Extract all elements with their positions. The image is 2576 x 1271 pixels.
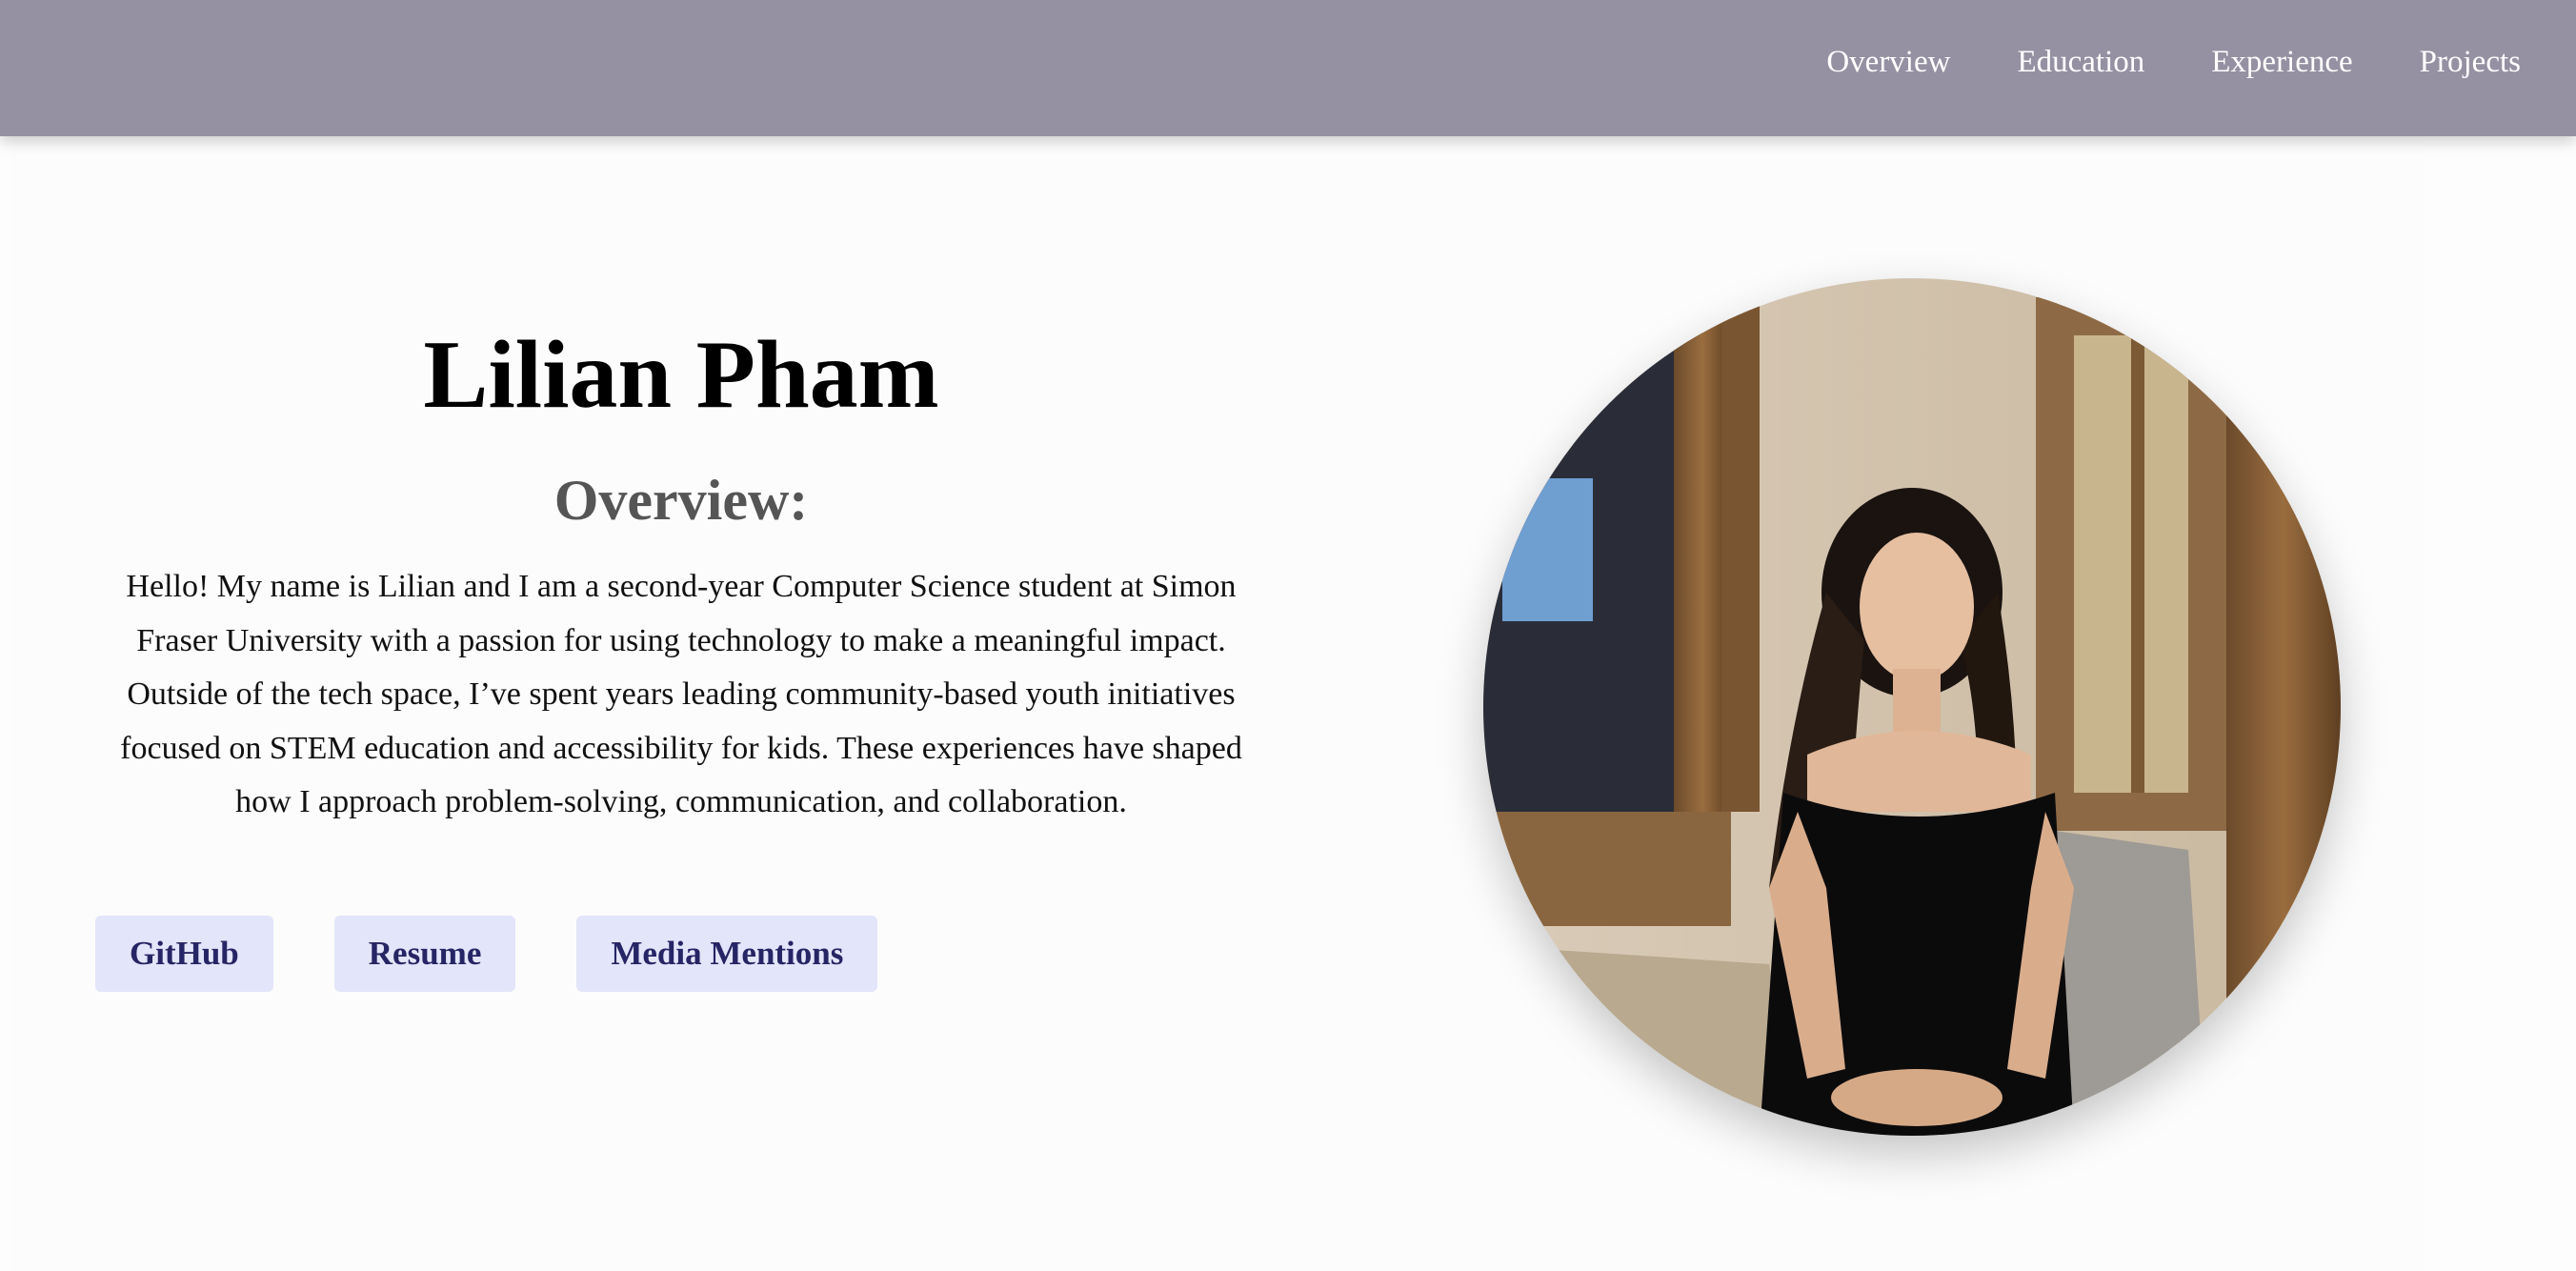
page-title: Lilian Pham <box>423 321 939 429</box>
nav-links: Overview Education Experience Projects <box>1826 38 2521 86</box>
nav-link-experience[interactable]: Experience <box>2211 38 2352 86</box>
nav-link-education[interactable]: Education <box>2017 38 2144 86</box>
nav-link-projects[interactable]: Projects <box>2420 38 2521 86</box>
profile-photo <box>1483 278 2341 1136</box>
top-navbar: Overview Education Experience Projects <box>0 0 2576 136</box>
bio-paragraph: Hello! My name is Lilian and I am a seco… <box>120 569 1242 820</box>
nav-link-overview[interactable]: Overview <box>1826 38 1950 86</box>
github-button[interactable]: GitHub <box>95 916 273 992</box>
hero-text: Lilian Pham Overview: Hello! My name is … <box>95 321 1267 830</box>
media-mentions-button[interactable]: Media Mentions <box>576 916 878 992</box>
section-subtitle: Overview: <box>553 469 809 533</box>
link-buttons: GitHub Resume Media Mentions <box>95 916 878 992</box>
resume-button[interactable]: Resume <box>333 916 516 992</box>
hero-section: Lilian Pham Overview: Hello! My name is … <box>13 136 2424 1271</box>
